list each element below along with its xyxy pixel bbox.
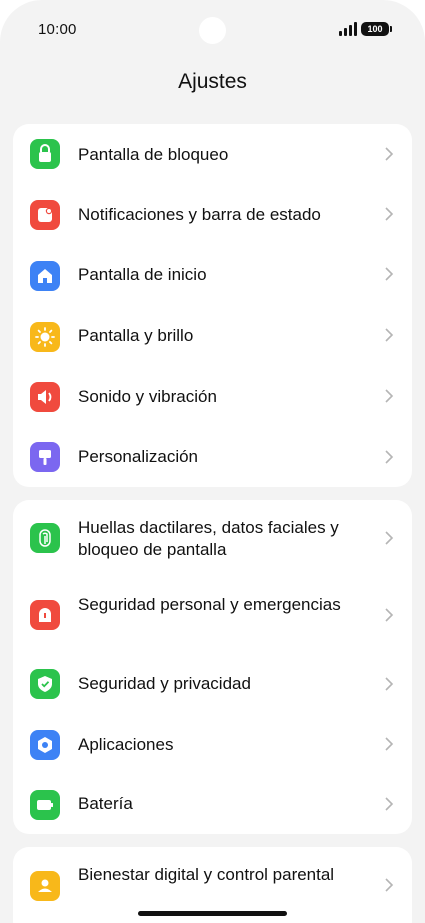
settings-item-home-screen[interactable]: Pantalla de inicio [13, 244, 412, 304]
chevron-right-icon [383, 736, 395, 752]
settings-item-personalization[interactable]: Personalización [13, 424, 412, 487]
chevron-right-icon [383, 796, 395, 812]
status-time: 10:00 [38, 21, 77, 38]
notification-icon [30, 200, 60, 230]
status-bar: 10:00 100 [0, 0, 425, 60]
settings-item-label: Personalización [78, 447, 199, 466]
fingerprint-icon [30, 523, 60, 553]
settings-item-label: Bienestar digital y control parental [78, 865, 335, 884]
settings-item-label: Seguridad y privacidad [78, 674, 251, 693]
settings-group-1: Pantalla de bloqueo Notificaciones y bar… [13, 124, 412, 487]
settings-item-lock-screen[interactable]: Pantalla de bloqueo [13, 124, 412, 184]
home-icon [30, 261, 60, 291]
settings-item-label: Batería [78, 794, 133, 813]
signal-icon [339, 22, 357, 36]
settings-item-label: Aplicaciones [78, 735, 174, 754]
settings-item-sound-vibration[interactable]: Sonido y vibración [13, 364, 412, 424]
home-indicator[interactable] [138, 911, 287, 916]
settings-item-security-privacy[interactable]: Seguridad y privacidad [13, 656, 412, 716]
emergency-icon [30, 600, 60, 630]
settings-item-label: Pantalla y brillo [78, 326, 194, 345]
settings-item-notifications[interactable]: Notificaciones y barra de estado [13, 184, 412, 244]
settings-item-battery[interactable]: Batería [13, 776, 412, 834]
front-camera-cutout [199, 17, 226, 44]
shield-icon [30, 669, 60, 699]
sun-icon [30, 322, 60, 352]
chevron-right-icon [383, 449, 395, 465]
settings-item-label: Pantalla de bloqueo [78, 145, 229, 164]
settings-item-label: Sonido y vibración [78, 387, 217, 406]
chevron-right-icon [383, 206, 395, 222]
settings-item-display-brightness[interactable]: Pantalla y brillo [13, 304, 412, 364]
wellbeing-icon [30, 871, 60, 901]
settings-item-apps[interactable]: Aplicaciones [13, 716, 412, 776]
settings-group-2: Huellas dactilares, datos faciales y blo… [13, 500, 412, 834]
apps-icon [30, 730, 60, 760]
page-title: Ajustes [178, 70, 247, 93]
chevron-right-icon [383, 146, 395, 162]
settings-item-personal-safety[interactable]: Seguridad personal y emergencias [13, 576, 412, 656]
battery-icon [30, 790, 60, 820]
chevron-right-icon [383, 266, 395, 282]
lock-icon [30, 139, 60, 169]
chevron-right-icon [383, 530, 395, 546]
settings-item-label: Seguridad personal y emergencias [78, 595, 341, 614]
chevron-right-icon [383, 676, 395, 692]
settings-screen: 10:00 100 Ajustes Pantalla de bloqueo No… [0, 0, 425, 923]
settings-item-biometrics[interactable]: Huellas dactilares, datos faciales y blo… [13, 500, 412, 576]
chevron-right-icon [383, 607, 395, 623]
battery-status-icon: 100 [361, 22, 392, 36]
paintbrush-icon [30, 442, 60, 472]
settings-item-label: Notificaciones y barra de estado [78, 205, 321, 224]
speaker-icon [30, 382, 60, 412]
chevron-right-icon [383, 388, 395, 404]
chevron-right-icon [383, 877, 395, 893]
settings-item-label: Pantalla de inicio [78, 265, 207, 284]
chevron-right-icon [383, 327, 395, 343]
settings-item-label: Huellas dactilares, datos faciales y blo… [78, 518, 339, 559]
